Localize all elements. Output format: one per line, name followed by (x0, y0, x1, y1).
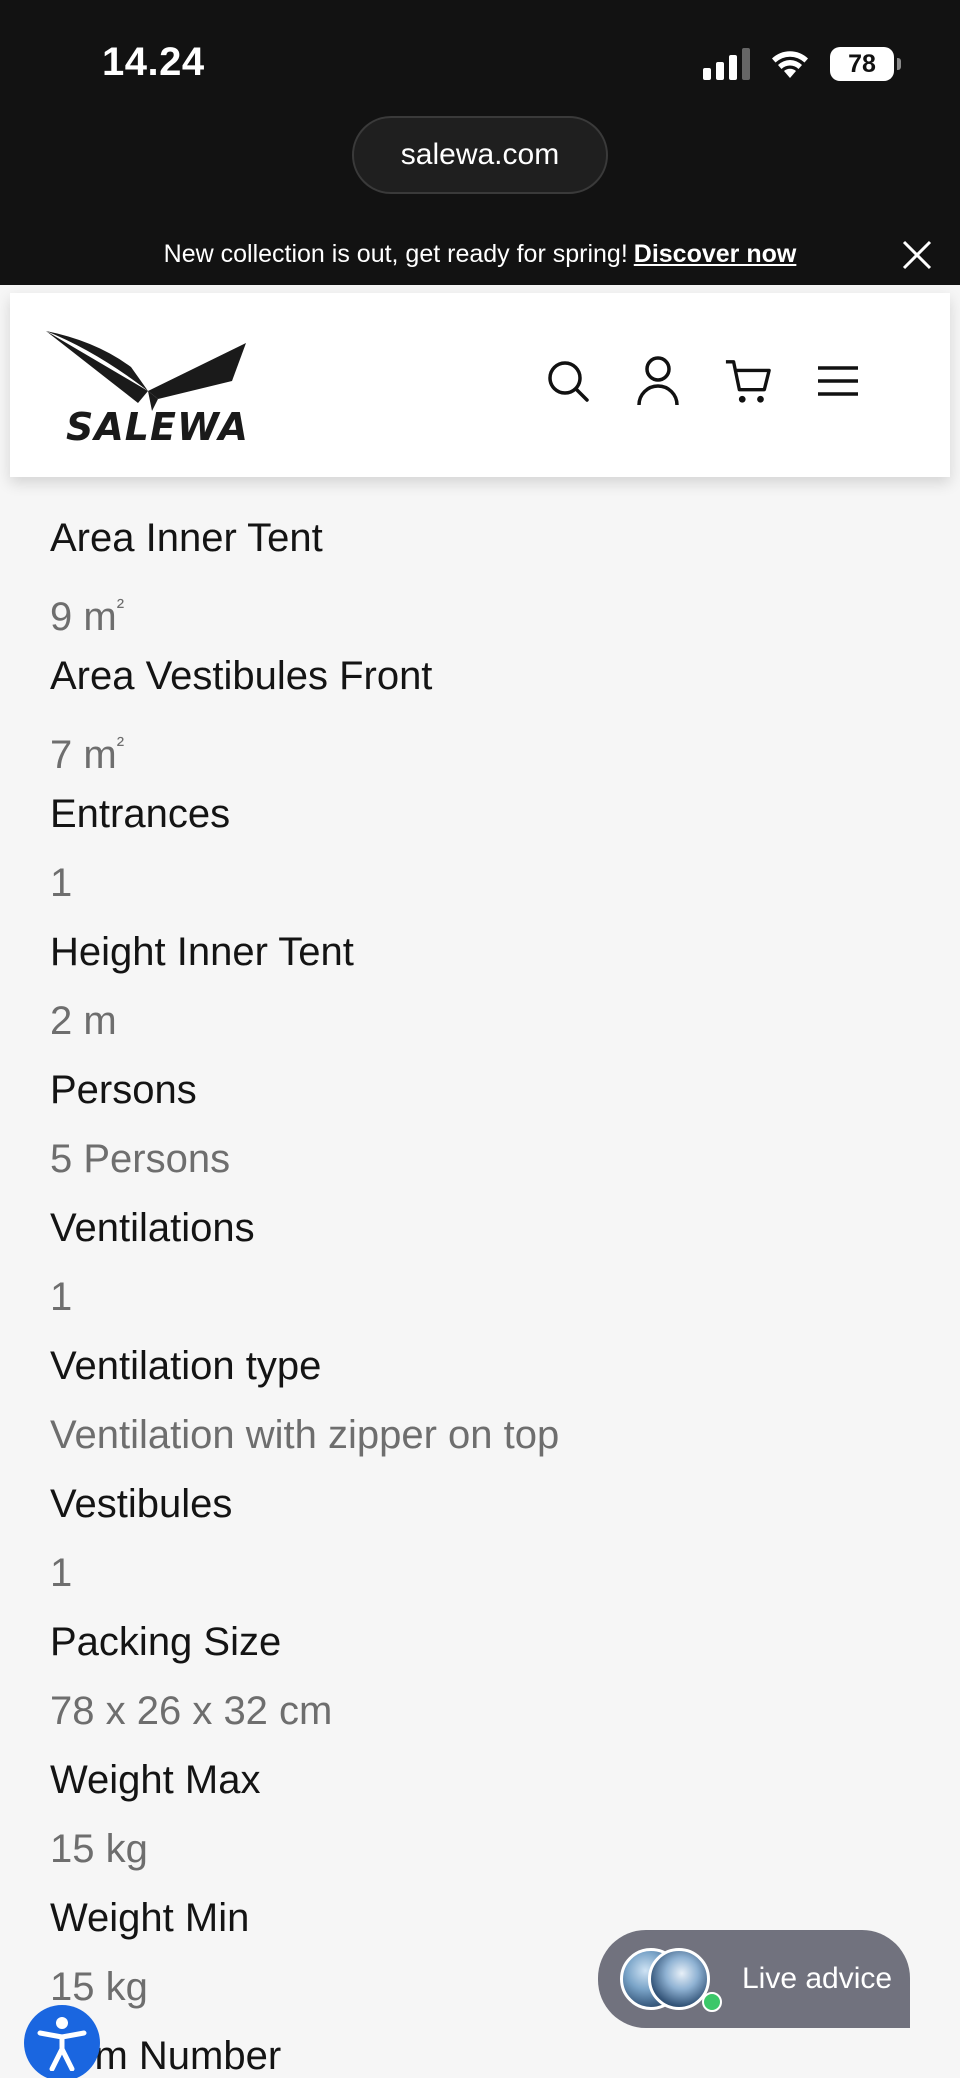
spec-value: 1 (50, 1275, 73, 1319)
online-status-dot (702, 1992, 722, 2012)
spec-value: 78 x 26 x 32 cm (50, 1689, 333, 1733)
menu-icon[interactable] (814, 355, 862, 407)
promo-text: New collection is out, get ready for spr… (163, 239, 628, 268)
close-icon[interactable] (900, 238, 934, 272)
spec-label: Persons (50, 1068, 197, 1112)
avatar (648, 1948, 710, 2010)
product-specifications: Area Inner Tent 9 m² Area Vestibules Fro… (50, 504, 910, 2078)
spec-value: 1 (50, 1551, 73, 1595)
spec-label: Area Vestibules Front (50, 654, 433, 698)
header-actions (544, 355, 862, 407)
spec-value: 15 kg (50, 1827, 148, 1871)
spec-value: 2 m (50, 999, 117, 1043)
status-time: 14.24 (102, 40, 205, 84)
address-bar[interactable]: salewa.com (352, 116, 608, 194)
logo-wordmark: SALEWA (66, 405, 249, 449)
spec-label: Item Number (50, 2034, 282, 2078)
battery-indicator: 78 (830, 47, 901, 81)
user-account-icon[interactable] (634, 355, 682, 407)
spec-label: Ventilations (50, 1206, 255, 1250)
search-icon[interactable] (544, 355, 592, 407)
status-icons: 78 (703, 44, 901, 84)
live-advice-label: Live advice (742, 1962, 893, 1995)
accessibility-icon (37, 2017, 87, 2071)
spec-value: 5 Persons (50, 1137, 231, 1181)
wifi-icon (770, 48, 810, 80)
spec-value: 7 m² (50, 732, 125, 777)
spec-label: Height Inner Tent (50, 930, 354, 974)
cellular-signal-icon (703, 48, 750, 80)
spec-label: Packing Size (50, 1620, 282, 1664)
spec-label: Vestibules (50, 1482, 233, 1526)
spec-label: Ventilation type (50, 1344, 322, 1388)
advisor-avatars (620, 1944, 728, 2014)
cart-icon[interactable] (724, 355, 772, 407)
live-advice-button[interactable]: Live advice (598, 1930, 910, 2028)
salewa-logo[interactable]: SALEWA (36, 311, 256, 449)
promo-banner: New collection is out, get ready for spr… (0, 228, 960, 280)
site-header: SALEWA (10, 293, 950, 477)
promo-discover-link[interactable]: Discover now (634, 240, 797, 269)
spec-value: 9 m² (50, 594, 125, 639)
spec-label: Area Inner Tent (50, 516, 323, 560)
spec-value: 1 (50, 861, 73, 905)
spec-label: Entrances (50, 792, 231, 836)
spec-label: Weight Max (50, 1758, 261, 1802)
spec-value: Ventilation with zipper on top (50, 1413, 560, 1457)
accessibility-button[interactable] (24, 2005, 100, 2078)
